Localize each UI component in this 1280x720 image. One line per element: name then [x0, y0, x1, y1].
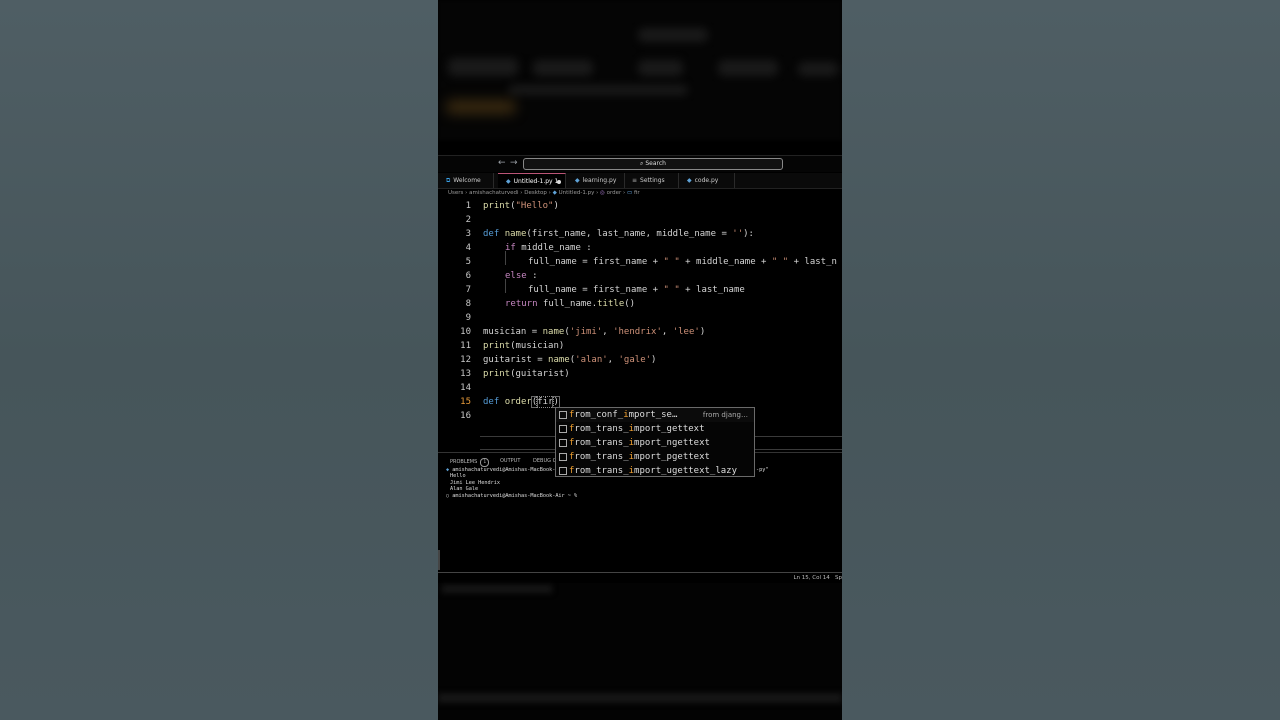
line-number: 11	[460, 341, 471, 351]
tab-label: learning.py	[582, 177, 617, 184]
line-number: 9	[465, 313, 471, 323]
tab-label: Welcome	[453, 177, 481, 184]
breadcrumb-item[interactable]: amishachaturvedi	[469, 190, 518, 196]
line-number: 2	[465, 215, 471, 225]
tab-problems[interactable]: PROBLEMS 1	[450, 458, 490, 467]
snippet-icon	[559, 453, 567, 461]
prompt-marker-icon: ○	[446, 493, 450, 499]
problems-count-badge: 1	[480, 458, 490, 467]
suggestion-item[interactable]: from_trans_import_gettext	[556, 422, 754, 436]
line-number: 12	[460, 355, 471, 365]
line-number: 15	[460, 397, 471, 407]
python-icon: ◆	[687, 177, 692, 184]
line-number: 5	[465, 257, 471, 267]
breadcrumb-item[interactable]: Untitled-1.py	[559, 190, 595, 196]
suggestion-item[interactable]: from_trans_import_ugettext_lazy	[556, 464, 754, 478]
code-line: 1 print("Hello")	[438, 199, 842, 213]
snippet-icon	[559, 467, 567, 475]
title-bar: ← → ⌕ Search	[438, 156, 842, 172]
sash	[438, 550, 440, 570]
autocomplete-popup: from_conf_import_se… from djang… from_tr…	[555, 407, 755, 477]
terminal-prompt[interactable]: ○ amishachaturvedi@Amishas-MacBook-Air ~…	[446, 493, 577, 500]
typed-text: fir	[536, 396, 555, 408]
snippet-icon	[559, 439, 567, 447]
prompt-marker-icon: ◆	[446, 467, 450, 473]
breadcrumb: Users › amishachaturvedi › Desktop › ◆ U…	[448, 190, 640, 196]
editor-tabs: ⧉Welcome ◆Untitled-1.py 1 ◆learning.py ≡…	[438, 173, 842, 189]
code-line: 14	[438, 381, 842, 395]
blurred-footer	[438, 583, 842, 720]
line-number: 7	[465, 285, 471, 295]
breadcrumb-item[interactable]: order	[607, 190, 622, 196]
line-number: 14	[460, 383, 471, 393]
tab-label: code.py	[694, 177, 719, 184]
line-number: 4	[465, 243, 471, 253]
snippet-icon	[559, 411, 567, 419]
forward-arrow-icon[interactable]: →	[510, 158, 518, 168]
blurred-header	[438, 0, 842, 140]
cursor-position[interactable]: Ln 15, Col 14 Sp	[793, 575, 842, 581]
search-label: Search	[645, 160, 666, 167]
python-icon: ◆	[506, 178, 511, 185]
tab-debug-console[interactable]: DEBUG C	[533, 458, 556, 464]
python-icon: ◆	[575, 177, 580, 184]
code-line: 8 return full_name.title()	[438, 297, 842, 311]
settings-icon: ≡	[632, 177, 638, 184]
variable-icon: ▭	[626, 190, 634, 196]
suggestion-item[interactable]: from_conf_import_se… from djang…	[556, 408, 754, 422]
command-search-box[interactable]: ⌕ Search	[523, 158, 783, 170]
tab-output[interactable]: OUTPUT	[500, 458, 520, 464]
breadcrumb-item[interactable]: fir	[634, 190, 640, 196]
suggestion-item[interactable]: from_trans_import_ngettext	[556, 436, 754, 450]
tab-welcome[interactable]: ⧉ Welcome	[438, 173, 494, 188]
terminal-line-tail: -py"	[756, 467, 769, 473]
snippet-icon	[559, 425, 567, 433]
left-background	[0, 0, 438, 720]
suggestion-detail: from djang…	[702, 411, 748, 419]
terminal-line: Alan Gale	[450, 486, 479, 492]
tab-label: Untitled-1.py	[513, 178, 553, 185]
code-line: 13 print(guitarist)	[438, 367, 842, 381]
vscode-icon: ⧉	[446, 177, 451, 184]
terminal-line: Hello	[450, 473, 466, 479]
tab-learning[interactable]: ◆ learning.py	[567, 173, 625, 188]
line-number: 10	[460, 327, 471, 337]
breadcrumb-item[interactable]: Users	[448, 190, 463, 196]
code-line: 12 guitarist = name('alan', 'gale')	[438, 353, 842, 367]
line-number: 16	[460, 411, 471, 421]
suggestion-item[interactable]: from_trans_import_pgettext	[556, 450, 754, 464]
tab-settings[interactable]: ≡ Settings	[624, 173, 679, 188]
line-number: 1	[465, 201, 471, 211]
code-line: 7 full_name = first_name + " " + last_nam…	[438, 283, 842, 297]
tab-code[interactable]: ◆ code.py	[679, 173, 735, 188]
breadcrumb-item[interactable]: Desktop	[524, 190, 547, 196]
line-number: 8	[465, 299, 471, 309]
code-line: 2	[438, 213, 842, 227]
code-line: 11 print(musician)	[438, 339, 842, 353]
code-line: 6 else :	[438, 269, 842, 283]
unsaved-dot-icon[interactable]	[557, 180, 561, 184]
line-number: 6	[465, 271, 471, 281]
code-line: 5 full_name = first_name + " " + middle_n…	[438, 255, 842, 269]
code-line: 3 def name(first_name, last_name, middle_…	[438, 227, 842, 241]
tab-untitled-1[interactable]: ◆Untitled-1.py 1	[498, 173, 566, 188]
tab-label: Settings	[640, 177, 665, 184]
back-arrow-icon[interactable]: ←	[498, 158, 506, 168]
code-line: 4 if middle_name :	[438, 241, 842, 255]
code-line: 9	[438, 311, 842, 325]
line-number: 13	[460, 369, 471, 379]
right-background	[842, 0, 1280, 720]
vscode-window: ← → ⌕ Search ⧉Welcome ◆Untitled-1.py 1 ◆…	[438, 155, 842, 584]
code-line: 10 musician = name('jimi', 'hendrix', 'le…	[438, 325, 842, 339]
line-number: 3	[465, 229, 471, 239]
video-frame: ← → ⌕ Search ⧉Welcome ◆Untitled-1.py 1 ◆…	[438, 0, 842, 720]
